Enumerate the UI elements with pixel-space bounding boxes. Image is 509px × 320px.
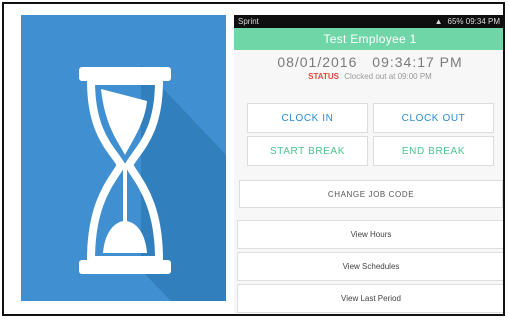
status-label: STATUS <box>308 72 339 81</box>
view-hours-label: View Hours <box>350 230 392 239</box>
start-break-button[interactable]: START BREAK <box>247 136 368 166</box>
employee-title-bar: Test Employee 1 <box>234 28 503 50</box>
change-job-code-label: CHANGE JOB CODE <box>327 189 415 199</box>
employee-name: Test Employee 1 <box>323 32 417 46</box>
current-time: 09:34:17 PM <box>372 54 463 70</box>
current-date: 08/01/2016 <box>277 54 358 70</box>
signal-icon: ▲ <box>434 17 443 26</box>
view-schedules-label: View Schedules <box>342 262 400 271</box>
hourglass-icon <box>79 65 226 301</box>
date-time-display: 08/01/2016 09:34:17 PM <box>234 54 503 70</box>
view-last-period-label: View Last Period <box>341 294 401 303</box>
clock-in-button[interactable]: CLOCK IN <box>247 103 368 133</box>
status-bar: Sprint ▲ 65% 09:34 PM <box>234 15 503 28</box>
start-break-label: START BREAK <box>270 145 345 157</box>
clock-in-label: CLOCK IN <box>281 112 334 124</box>
clock-out-label: CLOCK OUT <box>401 112 466 124</box>
end-break-button[interactable]: END BREAK <box>373 136 494 166</box>
view-hours-button[interactable]: View Hours <box>237 220 503 249</box>
clock-out-button[interactable]: CLOCK OUT <box>373 103 494 133</box>
view-last-period-button[interactable]: View Last Period <box>237 284 503 313</box>
screenshot-frame: Sprint ▲ 65% 09:34 PM Test Employee 1 08… <box>2 2 505 316</box>
carrier-name: Sprint <box>238 17 259 26</box>
end-break-label: END BREAK <box>401 145 466 157</box>
status-right-text: 65% 09:34 PM <box>447 17 500 26</box>
status-bar-right: ▲ 65% 09:34 PM <box>435 17 500 26</box>
change-job-code-button[interactable]: CHANGE JOB CODE <box>239 180 503 208</box>
view-schedules-button[interactable]: View Schedules <box>237 252 503 281</box>
phone-screen: Sprint ▲ 65% 09:34 PM Test Employee 1 08… <box>234 15 503 314</box>
status-line: STATUS Clocked out at 09:00 PM <box>234 72 503 81</box>
status-text: Clocked out at 09:00 PM <box>344 72 432 81</box>
app-icon-panel <box>21 15 226 301</box>
